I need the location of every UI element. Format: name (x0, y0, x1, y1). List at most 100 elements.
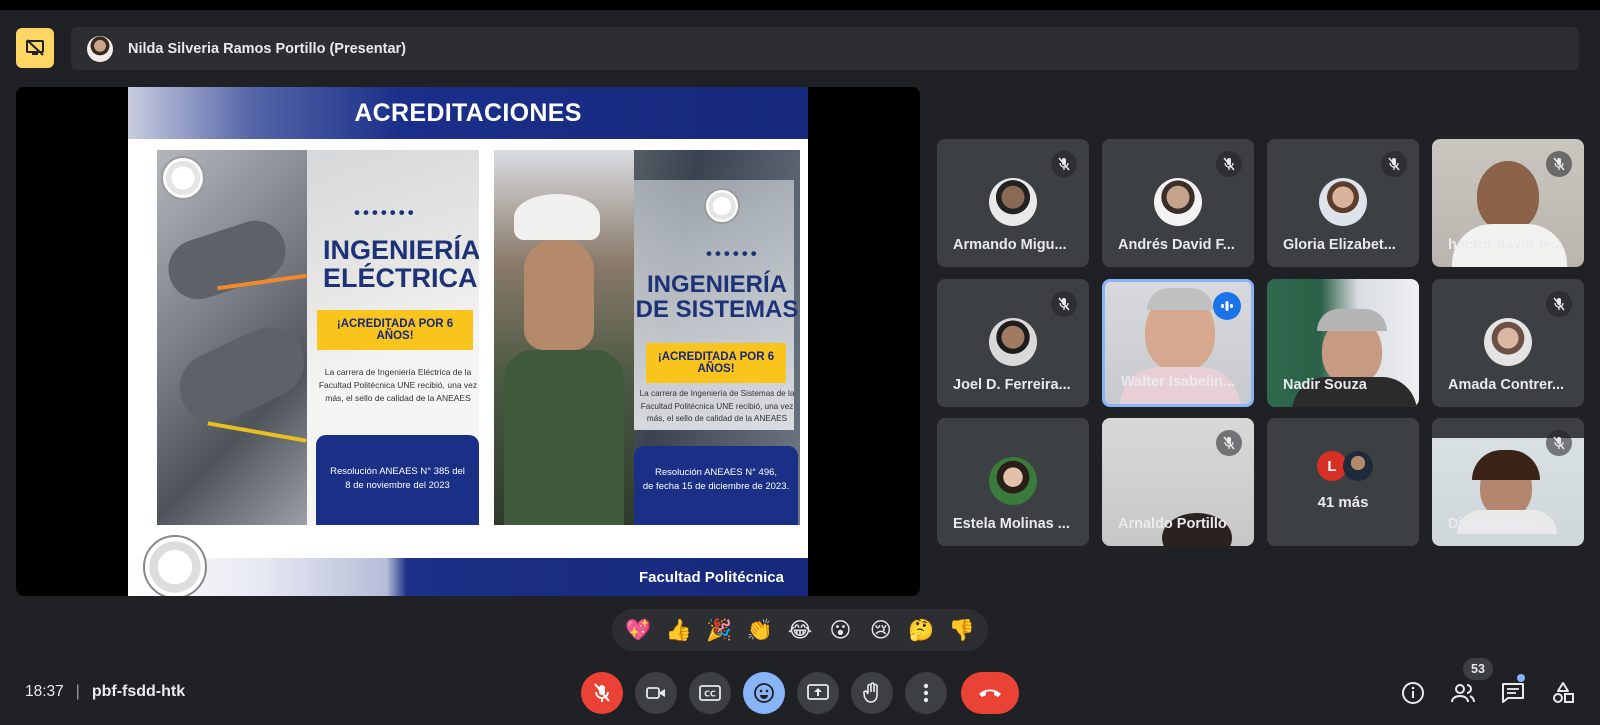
poster-heading: INGENIERÍA DE SISTEMAS (635, 271, 799, 324)
reaction-laugh[interactable]: 😂 (782, 612, 818, 648)
hang-up-icon (979, 689, 1001, 697)
slide-footer-text: Facultad Politécnica (638, 569, 784, 586)
participant-avatar (1319, 178, 1367, 226)
more-participants-tile[interactable]: L 41 más (1267, 418, 1419, 546)
participant-tile[interactable]: Gloria Elizabet... (1267, 139, 1419, 267)
participant-tile[interactable]: Joel D. Ferreira... (937, 279, 1089, 407)
participant-name: Walter Isabelin... (1121, 374, 1235, 390)
more-avatar-photo (1343, 451, 1373, 481)
participant-name: Joel D. Ferreira... (953, 377, 1071, 393)
poster-heading: INGENIERÍA ELÉCTRICA (323, 235, 479, 294)
participant-video-tile[interactable]: Arnaldo Portillo (1102, 418, 1254, 546)
meeting-details-button[interactable] (1396, 676, 1430, 710)
mic-off-icon (1546, 291, 1572, 317)
presentation-stage[interactable]: ACREDITACIONES ••••••• INGENIERÍA ELÉCTR… (16, 87, 920, 596)
mic-off-icon (1381, 151, 1407, 177)
presenting-icon-button[interactable] (16, 28, 54, 68)
more-avatars: L (1317, 451, 1373, 481)
accredited-badge: ¡ACREDITADA POR 6 AÑOS! (646, 343, 786, 383)
poster-dots: •••••• (706, 244, 760, 263)
participant-video-tile[interactable]: Diana Fariña (1432, 418, 1584, 546)
footer-seal-icon (143, 535, 207, 596)
captions-icon: CC (699, 685, 721, 701)
participant-name: Nadir Souza (1283, 377, 1367, 393)
participant-name: Armando Migu... (953, 237, 1067, 253)
participant-avatar (989, 318, 1037, 366)
wire-shape (207, 421, 307, 443)
more-options-button[interactable] (905, 672, 947, 714)
activities-button[interactable] (1546, 676, 1580, 710)
present-screen-icon (807, 684, 829, 700)
participant-face (1477, 161, 1539, 231)
raise-hand-button[interactable] (851, 672, 893, 714)
participant-tile[interactable]: Armando Migu... (937, 139, 1089, 267)
info-separator: | (75, 683, 80, 700)
university-seal-icon (161, 156, 205, 200)
meeting-info: 18:37 | pbf-fsdd-htk (25, 683, 185, 701)
poster-electrical: ••••••• INGENIERÍA ELÉCTRICA ¡ACREDITADA… (157, 150, 479, 525)
info-icon (1402, 682, 1424, 704)
participant-avatar (1154, 178, 1202, 226)
people-button[interactable] (1446, 676, 1480, 710)
top-strip (0, 0, 1600, 10)
camera-toggle-button[interactable] (635, 672, 677, 714)
leave-call-button[interactable] (961, 672, 1019, 714)
svg-text:CC: CC (704, 690, 716, 699)
reactions-button[interactable] (743, 672, 785, 714)
mic-off-icon (594, 683, 610, 702)
captions-button[interactable]: CC (689, 672, 731, 714)
reaction-party[interactable]: 🎉 (701, 612, 737, 648)
hand-icon (863, 682, 878, 703)
slide-header: ACREDITACIONES (128, 87, 808, 139)
presenter-avatar (87, 35, 113, 62)
mic-off-icon (1216, 151, 1242, 177)
accredited-badge: ¡ACREDITADA POR 6 AÑOS! (317, 310, 473, 350)
reaction-thumbs-down[interactable]: 👎 (944, 612, 980, 648)
presenter-name: Nilda Silveria Ramos Portillo (Presentar… (128, 40, 407, 57)
reaction-clap[interactable]: 👏 (742, 612, 778, 648)
resolution-box: Resolución ANEAES N° 385 del 8 de noviem… (316, 435, 479, 525)
reaction-thinking[interactable]: 🤔 (903, 612, 939, 648)
participant-name: hector david fe... (1448, 237, 1564, 253)
mic-toggle-button[interactable] (581, 672, 623, 714)
presentation-slide: ACREDITACIONES ••••••• INGENIERÍA ELÉCTR… (128, 87, 808, 596)
poster-body: La carrera de Ingeniería Eléctrica de la… (318, 367, 478, 404)
participant-avatar (1484, 318, 1532, 366)
participant-tile[interactable]: Amada Contrer... (1432, 279, 1584, 407)
participant-tile[interactable]: Andrés David F... (1102, 139, 1254, 267)
participant-name: Amada Contrer... (1448, 377, 1565, 393)
resolution-box: Resolución ANEAES N° 496, de fecha 15 de… (634, 446, 798, 525)
reaction-surprised[interactable]: 😮 (822, 612, 858, 648)
engineer-photo (494, 150, 634, 525)
meeting-code[interactable]: pbf-fsdd-htk (92, 683, 185, 701)
slide-title: ACREDITACIONES (354, 98, 582, 127)
speaking-indicator-icon (1213, 292, 1241, 320)
clock-time: 18:37 (25, 683, 64, 700)
reaction-heart[interactable]: 💖 (620, 612, 656, 648)
presenter-bar: Nilda Silveria Ramos Portillo (Presentar… (71, 27, 1579, 70)
participant-video-tile-speaking[interactable]: Walter Isabelin... (1102, 279, 1254, 407)
camera-icon (646, 687, 665, 699)
participant-hair (1317, 309, 1387, 331)
emoji-icon (754, 683, 774, 703)
reaction-thumbs-up[interactable]: 👍 (661, 612, 697, 648)
electrician-photo (157, 150, 316, 525)
participant-video-tile[interactable]: hector david fe... (1432, 139, 1584, 267)
mic-off-icon (1546, 151, 1572, 177)
face-shape (524, 240, 594, 350)
mic-off-icon (1546, 430, 1572, 456)
participant-avatar (989, 178, 1037, 226)
participant-tile[interactable]: Estela Molinas ... (937, 418, 1089, 546)
participant-name: Gloria Elizabet... (1283, 237, 1396, 253)
chat-button[interactable] (1496, 676, 1530, 710)
participant-name: Andrés David F... (1118, 237, 1235, 253)
mic-off-icon (1051, 291, 1077, 317)
present-now-button[interactable] (797, 672, 839, 714)
people-icon (1451, 684, 1475, 703)
reactions-bar: 💖 👍 🎉 👏 😂 😮 😢 🤔 👎 (612, 609, 988, 651)
poster-body: La carrera de Ingeniería de Sistemas de … (639, 389, 795, 424)
helmet-shape (514, 194, 600, 240)
reaction-sad[interactable]: 😢 (863, 612, 899, 648)
participant-hair (1472, 450, 1540, 480)
participant-video-tile[interactable]: Nadir Souza (1267, 279, 1419, 407)
